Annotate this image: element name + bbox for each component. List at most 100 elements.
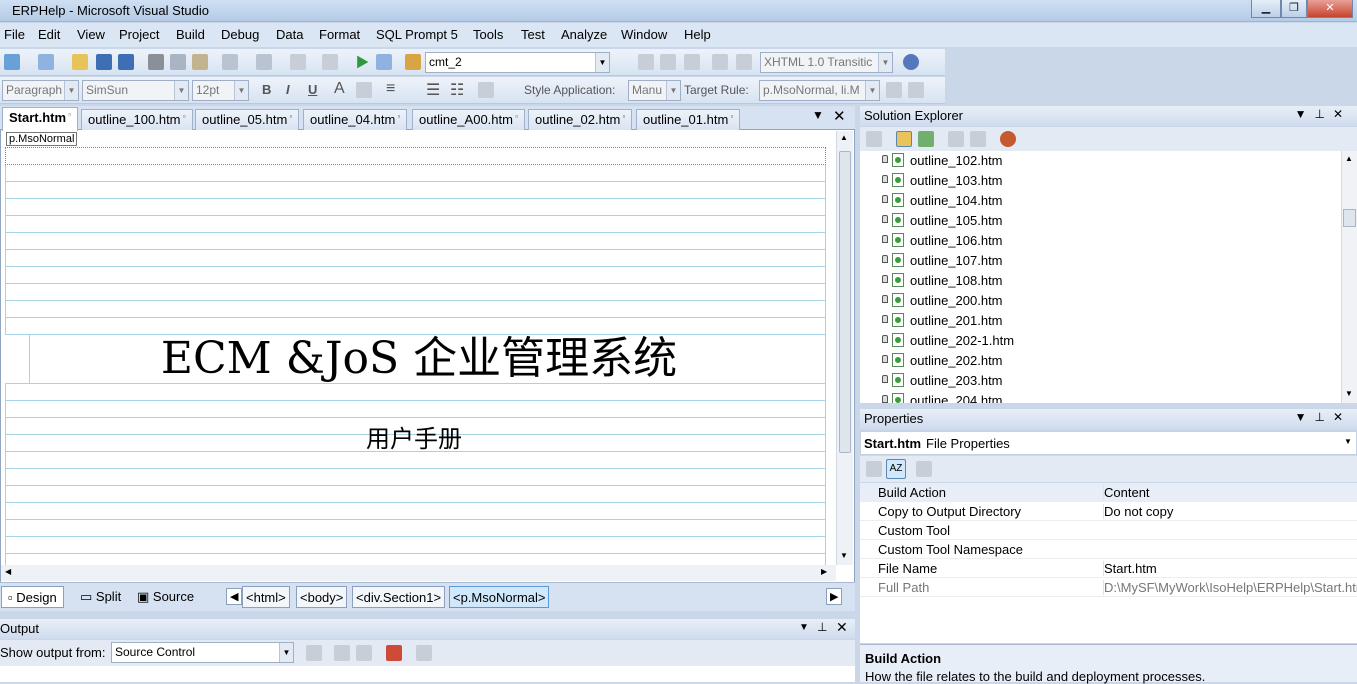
scroll-right-icon[interactable]: ▶ — [821, 567, 827, 576]
scroll-down-icon[interactable]: ▼ — [1345, 389, 1353, 398]
menu-sql-prompt[interactable]: SQL Prompt 5 — [376, 27, 458, 42]
scroll-thumb[interactable] — [839, 151, 851, 453]
redo-icon[interactable] — [256, 54, 272, 70]
pin-icon[interactable]: ⊥ — [817, 620, 827, 634]
window-position-icon[interactable]: ▼ — [799, 622, 809, 633]
menu-analyze[interactable]: Analyze — [561, 27, 607, 42]
highlight-icon[interactable] — [356, 82, 372, 98]
start-debugging-icon[interactable] — [357, 55, 369, 69]
panel-controls[interactable]: ▼⊥✕ — [1295, 410, 1351, 424]
tab-outline-100[interactable]: outline_100.htm ▫ — [81, 109, 193, 130]
indent-icon[interactable] — [684, 54, 700, 70]
open-folder-icon[interactable] — [72, 54, 88, 70]
doctype-combo[interactable]: XHTML 1.0 Transitic ▼ — [760, 52, 893, 73]
property-row-custom-tool-namespace[interactable]: Custom Tool Namespace — [860, 540, 1357, 559]
tree-item[interactable]: outline_105.htm — [860, 211, 1340, 231]
tree-item[interactable]: outline_201.htm — [860, 311, 1340, 331]
scroll-down-icon[interactable]: ▼ — [840, 551, 848, 560]
align-left-icon[interactable]: ≡ — [386, 80, 395, 98]
menu-debug[interactable]: Debug — [221, 27, 259, 42]
scroll-up-icon[interactable]: ▲ — [1345, 154, 1353, 163]
tree-item[interactable]: outline_107.htm — [860, 251, 1340, 271]
new-project-icon[interactable] — [4, 54, 20, 70]
menu-data[interactable]: Data — [276, 27, 303, 42]
undo-icon[interactable] — [222, 54, 238, 70]
menu-format[interactable]: Format — [319, 27, 360, 42]
tab-outline-02[interactable]: outline_02.htm ▫ — [528, 109, 633, 130]
minimize-button[interactable]: ▁ — [1251, 0, 1281, 18]
attach-stylesheet-icon[interactable] — [908, 82, 924, 98]
tree-item[interactable]: outline_106.htm — [860, 231, 1340, 251]
find-in-files-icon[interactable] — [376, 54, 392, 70]
insert-hyperlink-icon[interactable] — [478, 82, 494, 98]
tree-item[interactable]: outline_104.htm — [860, 191, 1340, 211]
show-all-files-icon[interactable] — [896, 131, 912, 147]
breadcrumb-body[interactable]: <body> — [296, 586, 348, 608]
italic-icon[interactable]: I — [286, 82, 290, 97]
refresh-icon[interactable] — [918, 131, 934, 147]
menu-file[interactable]: File — [4, 27, 25, 42]
save-icon[interactable] — [96, 54, 112, 70]
bold-icon[interactable]: B — [262, 82, 271, 97]
output-text-area[interactable] — [0, 666, 855, 682]
block-format-combo[interactable]: Paragraph ▼ — [2, 80, 79, 101]
property-row-full-path[interactable]: Full Path D:\MySF\MyWork\IsoHelp\ERPHelp\… — [860, 578, 1357, 597]
comment-icon[interactable] — [638, 54, 654, 70]
outdent-icon[interactable] — [660, 54, 676, 70]
target-rule-combo[interactable]: p.MsoNormal, li.M ▼ — [759, 80, 880, 101]
format-document-icon[interactable] — [712, 54, 728, 70]
properties-object-selector[interactable]: Start.htm File Properties ▼ — [860, 431, 1357, 455]
tree-item[interactable]: outline_102.htm — [860, 151, 1340, 171]
breadcrumb-left-icon[interactable]: ◀ — [226, 588, 243, 605]
tree-item[interactable]: outline_202.htm — [860, 351, 1340, 371]
property-pages-icon[interactable] — [916, 461, 932, 477]
split-view-button[interactable]: ▭ Split — [74, 586, 127, 608]
view-designer-icon[interactable] — [970, 131, 986, 147]
tree-item[interactable]: outline_203.htm — [860, 371, 1340, 391]
word-wrap-icon[interactable] — [416, 645, 432, 661]
scroll-up-icon[interactable]: ▲ — [840, 133, 848, 142]
save-all-icon[interactable] — [118, 54, 134, 70]
tab-menu-icon[interactable]: ▼ — [812, 108, 824, 122]
property-row-build-action[interactable]: Build Action Content — [860, 483, 1357, 502]
tree-item[interactable]: outline_108.htm — [860, 271, 1340, 291]
output-source-combo[interactable]: Source Control ▼ — [111, 642, 294, 663]
selected-paragraph[interactable] — [5, 147, 826, 165]
previous-message-icon[interactable] — [334, 645, 350, 661]
font-name-combo[interactable]: SimSun ▼ — [82, 80, 189, 101]
menu-test[interactable]: Test — [521, 27, 545, 42]
find-message-icon[interactable] — [306, 645, 322, 661]
menu-view[interactable]: View — [77, 27, 105, 42]
fore-color-icon[interactable]: A — [334, 80, 345, 98]
maximize-button[interactable]: ❐ — [1281, 0, 1307, 18]
copy-icon[interactable] — [170, 54, 186, 70]
property-value[interactable]: Content — [1103, 485, 1357, 500]
tab-outline-01[interactable]: outline_01.htm ▫ — [636, 109, 741, 130]
menu-project[interactable]: Project — [119, 27, 159, 42]
alphabetical-icon[interactable]: AZ — [886, 459, 906, 479]
check-accessibility-icon[interactable] — [903, 54, 919, 70]
solution-tree-scrollbar[interactable]: ▲ ▼ — [1341, 151, 1357, 403]
navigate-forward-icon[interactable] — [322, 54, 338, 70]
property-value[interactable]: Do not copy — [1103, 504, 1357, 519]
tree-item[interactable]: outline_200.htm — [860, 291, 1340, 311]
menu-build[interactable]: Build — [176, 27, 205, 42]
view-code-icon[interactable] — [948, 131, 964, 147]
tab-outline-a00[interactable]: outline_A00.htm ▫ — [412, 109, 526, 130]
scroll-left-icon[interactable]: ◀ — [5, 567, 11, 576]
numbered-list-icon[interactable]: ☷ — [450, 80, 464, 100]
close-document-icon[interactable]: ✕ — [833, 107, 846, 125]
close-button[interactable]: ✕ — [1307, 0, 1353, 18]
solution-config-combo[interactable]: cmt_2 ▼ — [425, 52, 610, 73]
design-surface[interactable]: p.MsoNormal ECM &JoS 企业管理系统 用户手册 — [1, 131, 837, 565]
new-style-icon[interactable] — [886, 82, 902, 98]
copy-website-icon[interactable] — [1000, 131, 1016, 147]
breadcrumb-right-icon[interactable]: ▶ — [826, 588, 843, 605]
menu-help[interactable]: Help — [684, 27, 711, 42]
source-view-button[interactable]: ▣ Source — [131, 586, 200, 608]
next-message-icon[interactable] — [356, 645, 372, 661]
paste-icon[interactable] — [192, 54, 208, 70]
format-selection-icon[interactable] — [736, 54, 752, 70]
menu-edit[interactable]: Edit — [38, 27, 60, 42]
font-size-combo[interactable]: 12pt ▼ — [192, 80, 249, 101]
